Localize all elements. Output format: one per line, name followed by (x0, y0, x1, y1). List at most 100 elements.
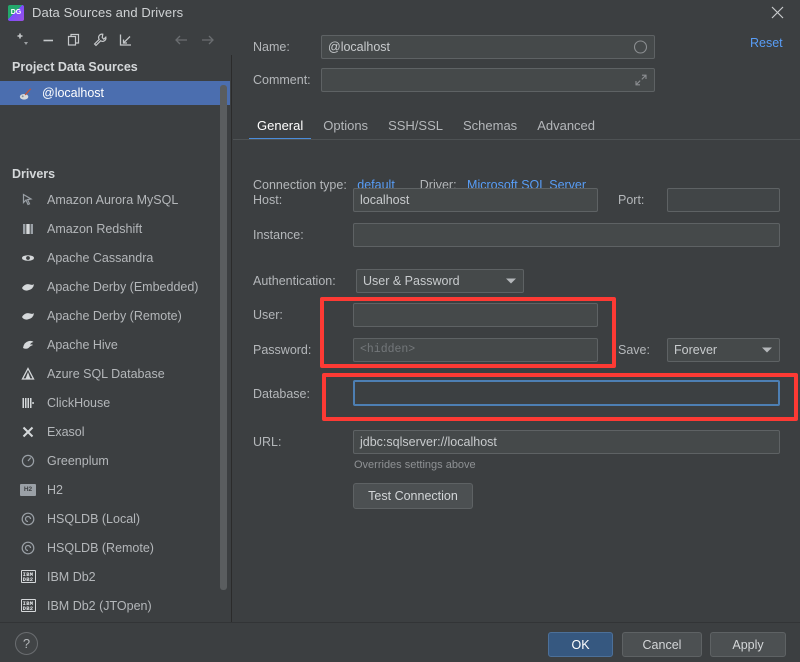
window-title: Data Sources and Drivers (32, 5, 184, 20)
arrow-right-icon[interactable] (194, 28, 220, 52)
greenplum-icon (18, 452, 38, 470)
circle-icon[interactable] (633, 40, 648, 55)
driver-label: Azure SQL Database (47, 366, 165, 381)
driver-item-apache-derby-embedded[interactable]: Apache Derby (Embedded) (0, 272, 232, 301)
save-dropdown[interactable]: Forever (667, 338, 780, 362)
data-sources-toolbar (0, 25, 232, 55)
aurora-icon (18, 191, 38, 209)
drivers-header: Drivers (12, 167, 56, 181)
driver-item-azure-sql-database[interactable]: Azure SQL Database (0, 359, 232, 388)
hsqldb-icon (18, 510, 38, 528)
wrench-icon[interactable] (87, 28, 113, 52)
url-label: URL: (253, 435, 282, 449)
project-data-sources-header: Project Data Sources (12, 60, 138, 74)
reset-link[interactable]: Reset (750, 36, 783, 50)
test-connection-label: Test Connection (368, 489, 458, 503)
driver-item-apache-cassandra[interactable]: Apache Cassandra (0, 243, 232, 272)
title-bar: DG Data Sources and Drivers (0, 0, 800, 25)
url-input[interactable]: jdbc:sqlserver://localhost (353, 430, 780, 454)
arrow-left-icon[interactable] (168, 28, 194, 52)
close-icon[interactable] (754, 0, 800, 25)
chevron-down-icon (762, 347, 772, 353)
minus-icon[interactable] (35, 28, 61, 52)
driver-item-exasol[interactable]: Exasol (0, 417, 232, 446)
tab-ssh-ssl[interactable]: SSH/SSL (378, 118, 453, 140)
save-label: Save: (618, 343, 650, 357)
driver-label: IBM Db2 (47, 569, 96, 584)
test-connection-button[interactable]: Test Connection (353, 483, 473, 509)
sidebar-item-label: @localhost (42, 86, 105, 100)
port-input[interactable] (667, 188, 780, 212)
host-input[interactable]: localhost (353, 188, 598, 212)
copy-icon[interactable] (61, 28, 87, 52)
driver-item-clickhouse[interactable]: ClickHouse (0, 388, 232, 417)
driver-item-amazon-redshift[interactable]: Amazon Redshift (0, 214, 232, 243)
database-input[interactable] (353, 380, 780, 406)
driver-item-apache-hive[interactable]: Apache Hive (0, 330, 232, 359)
authentication-dropdown[interactable]: User & Password (356, 269, 524, 293)
instance-input[interactable] (353, 223, 780, 247)
authentication-value: User & Password (363, 274, 460, 288)
driver-item-apache-derby-remote[interactable]: Apache Derby (Remote) (0, 301, 232, 330)
driver-item-h2[interactable]: H2 H2 (0, 475, 232, 504)
import-arrow-icon[interactable] (113, 28, 139, 52)
driver-label: ClickHouse (47, 395, 111, 410)
driver-label: HSQLDB (Remote) (47, 540, 154, 555)
url-input-value: jdbc:sqlserver://localhost (360, 435, 497, 449)
url-hint: Overrides settings above (354, 459, 476, 471)
clickhouse-icon (18, 394, 38, 412)
driver-item-ibm-db2-jtopen[interactable]: IBM DB2 IBM Db2 (JTOpen) (0, 591, 232, 620)
driver-item-hsqldb-remote[interactable]: HSQLDB (Remote) (0, 533, 232, 562)
tab-advanced[interactable]: Advanced (527, 118, 605, 140)
user-input[interactable] (353, 303, 598, 327)
sidebar-item-localhost[interactable]: @localhost (0, 81, 230, 105)
driver-item-amazon-aurora-mysql[interactable]: Amazon Aurora MySQL (0, 185, 232, 214)
tab-schemas[interactable]: Schemas (453, 118, 527, 140)
save-value: Forever (674, 343, 718, 357)
hive-icon (18, 336, 38, 354)
name-input[interactable]: @localhost (321, 35, 655, 59)
password-placeholder: <hidden> (360, 343, 416, 356)
tab-general[interactable]: General (247, 118, 313, 140)
cancel-button[interactable]: Cancel (622, 632, 702, 657)
chevron-down-icon (506, 278, 516, 284)
driver-label: Amazon Redshift (47, 221, 143, 236)
expand-icon[interactable] (634, 73, 648, 87)
driver-item-hsqldb-local[interactable]: HSQLDB (Local) (0, 504, 232, 533)
driver-item-greenplum[interactable]: Greenplum (0, 446, 232, 475)
authentication-label: Authentication: (253, 274, 336, 288)
host-input-value: localhost (360, 193, 410, 207)
drivers-list: Amazon Aurora MySQL Amazon Redshift Apac… (0, 185, 232, 640)
data-sources-dialog: DG Data Sources and Drivers Project Data… (0, 0, 800, 662)
db2-icon: IBMDB2 (18, 568, 38, 586)
sqlserver-icon (18, 86, 36, 101)
exasol-icon (18, 423, 38, 441)
h2-icon: H2 (18, 481, 38, 499)
drivers-scrollbar[interactable] (220, 85, 227, 590)
derby-icon (18, 278, 38, 296)
password-input[interactable]: <hidden> (353, 338, 598, 362)
ok-button[interactable]: OK (548, 632, 613, 657)
name-input-value: @localhost (328, 40, 391, 54)
comment-input[interactable] (321, 68, 655, 92)
driver-label: Apache Derby (Remote) (47, 308, 182, 323)
instance-label: Instance: (253, 228, 304, 242)
help-button[interactable]: ? (15, 632, 38, 655)
db2-icon: IBMDB2 (18, 597, 38, 615)
port-label: Port: (618, 193, 645, 207)
apply-button[interactable]: Apply (710, 632, 786, 657)
tab-options[interactable]: Options (313, 118, 378, 140)
driver-item-ibm-db2[interactable]: IBM DB2 IBM Db2 (0, 562, 232, 591)
azure-icon (18, 365, 38, 383)
driver-label: Greenplum (47, 453, 109, 468)
derby-icon (18, 307, 38, 325)
driver-label: Amazon Aurora MySQL (47, 192, 179, 207)
hsqldb-icon (18, 539, 38, 557)
password-label: Password: (253, 343, 312, 357)
driver-label: IBM Db2 (JTOpen) (47, 598, 152, 613)
plus-icon[interactable] (9, 28, 35, 52)
settings-tabs: General Options SSH/SSL Schemas Advanced (233, 110, 800, 140)
name-label: Name: (253, 40, 290, 54)
connection-settings-panel: Name: @localhost Reset Comment: General … (233, 25, 800, 622)
cassandra-icon (18, 249, 38, 267)
